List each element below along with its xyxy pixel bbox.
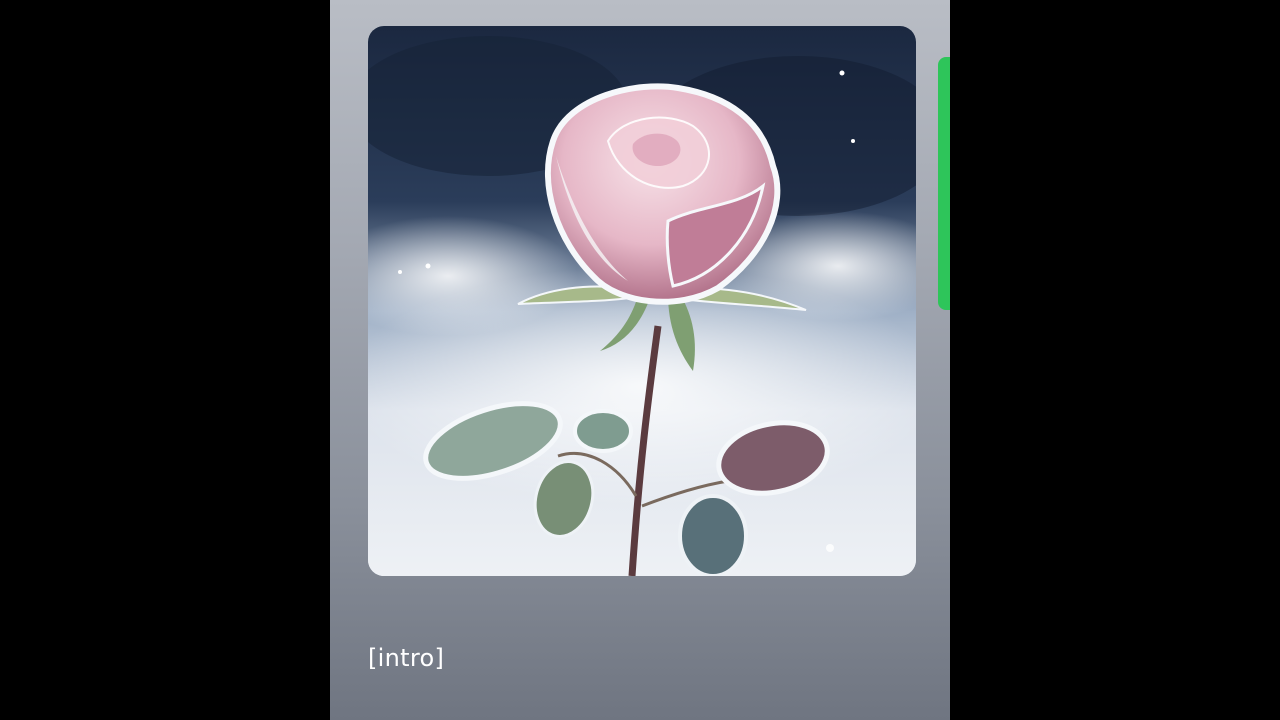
video-frame: [intro] — [0, 0, 1280, 720]
frosted-rose-illustration — [368, 26, 916, 576]
player-panel: [intro] — [330, 0, 950, 720]
green-side-tab[interactable] — [938, 57, 950, 310]
album-artwork[interactable] — [368, 26, 916, 576]
lyric-line: [intro] — [368, 644, 445, 672]
